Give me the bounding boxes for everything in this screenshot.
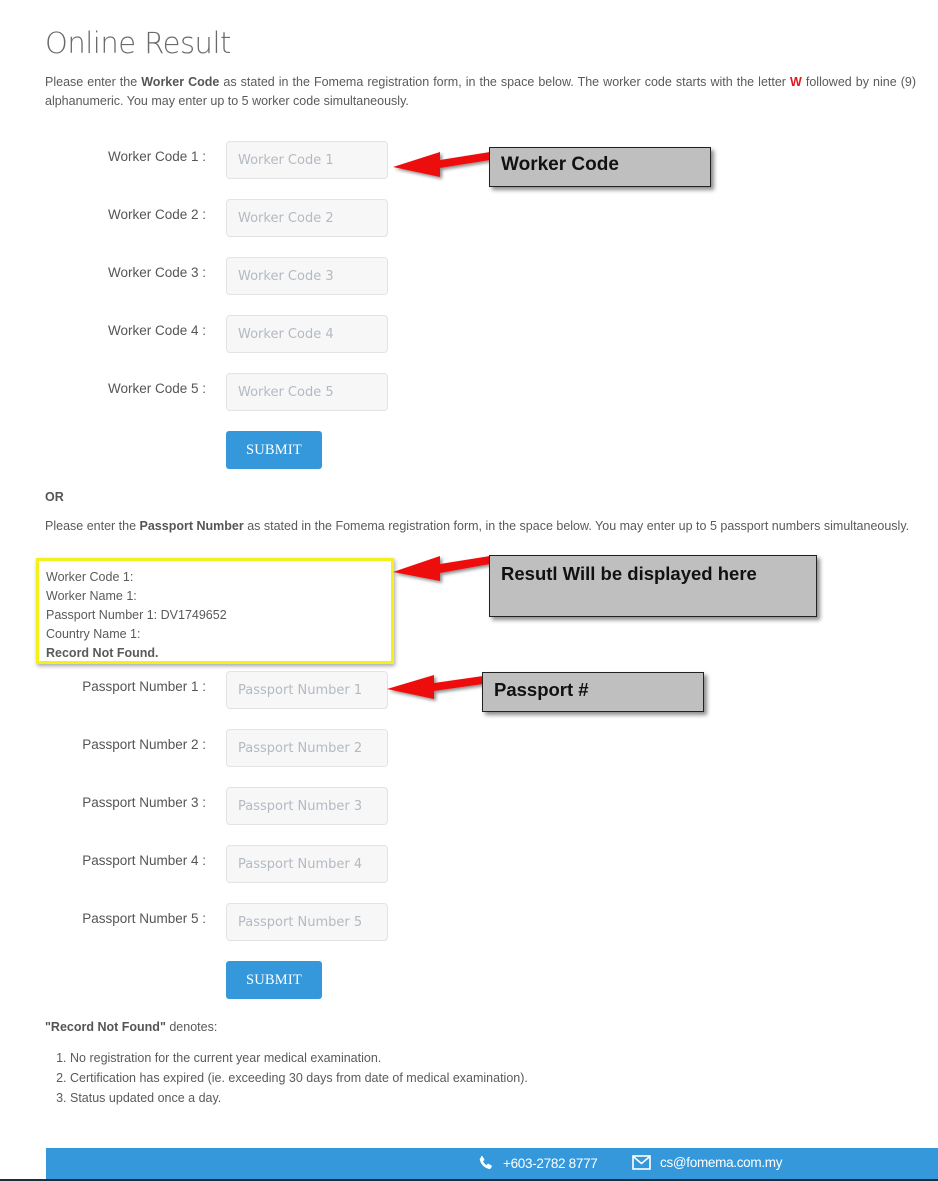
- result-callout: Resutl Will be displayed here: [489, 555, 817, 617]
- arrow-icon: [393, 556, 490, 581]
- worker-code-callout: Worker Code: [489, 147, 711, 187]
- footer-email[interactable]: cs@fomema.com.my: [632, 1155, 782, 1170]
- arrow-icon: [393, 152, 490, 177]
- note-item: Status updated once a day.: [70, 1088, 528, 1108]
- note-item: No registration for the current year med…: [70, 1048, 528, 1068]
- note-item: Certification has expired (ie. exceeding…: [70, 1068, 528, 1088]
- notes-heading-bold: "Record Not Found": [45, 1020, 166, 1034]
- arrow-icon: [387, 675, 483, 699]
- envelope-icon: [632, 1155, 651, 1170]
- footer-bar: +603-2782 8777 cs@fomema.com.my: [46, 1148, 938, 1179]
- footer-phone-text: +603-2782 8777: [503, 1155, 598, 1171]
- notes-list: No registration for the current year med…: [45, 1048, 528, 1108]
- notes-heading-text: denotes:: [165, 1020, 218, 1034]
- footer-email-link[interactable]: cs@fomema.com.my: [660, 1155, 782, 1170]
- passport-callout: Passport #: [482, 672, 704, 712]
- notes-heading: "Record Not Found" denotes:: [45, 1020, 217, 1034]
- phone-icon: [479, 1156, 492, 1170]
- footer-phone[interactable]: +603-2782 8777: [478, 1155, 598, 1171]
